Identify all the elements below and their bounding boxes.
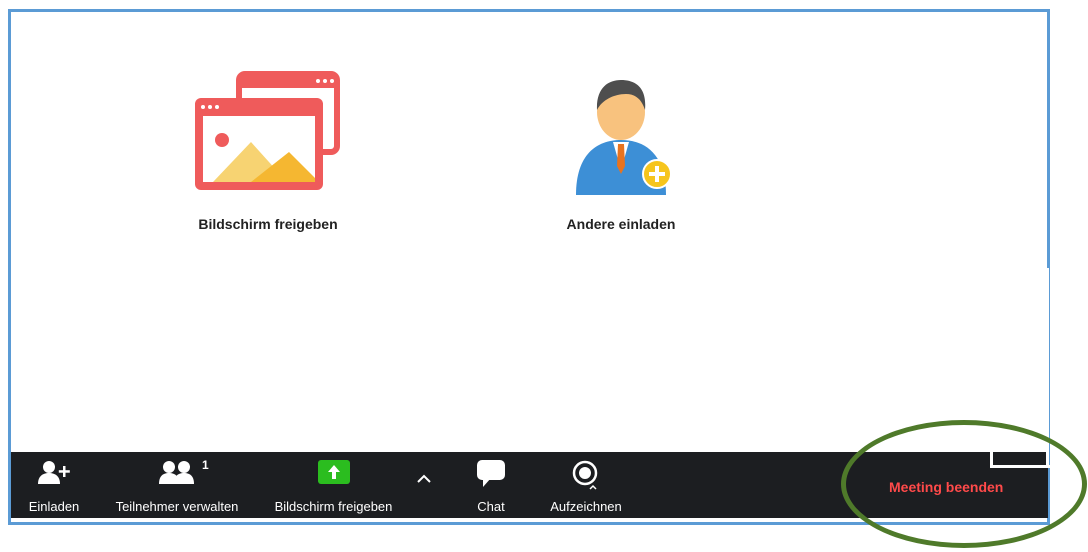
participants-icon (159, 461, 194, 484)
annotation-line (1046, 268, 1049, 468)
invite-others-label: Andere einladen (566, 216, 676, 232)
end-meeting-button[interactable]: Meeting beenden (889, 479, 1003, 495)
record-icon (572, 460, 598, 490)
invite-label: Einladen (28, 499, 80, 514)
participants-count-badge: 1 (202, 458, 209, 472)
share-screen-tile[interactable]: Bildschirm freigeben (183, 70, 353, 240)
chat-button[interactable]: Chat (466, 452, 516, 518)
share-screen-icon (195, 71, 340, 190)
manage-participants-label: Teilnehmer verwalten (115, 499, 239, 514)
record-label: Aufzeichnen (550, 499, 622, 514)
chevron-up-icon (417, 474, 431, 483)
manage-participants-button[interactable]: 1 Teilnehmer verwalten (97, 452, 257, 518)
invite-button[interactable]: Einladen (19, 452, 89, 518)
record-button[interactable]: Aufzeichnen (536, 452, 636, 518)
meeting-toolbar: Einladen 1 Teilnehmer verwalten Bildschi… (11, 452, 1048, 518)
annotation-line (990, 420, 993, 468)
invite-user-icon (576, 80, 672, 195)
add-user-icon (38, 461, 70, 484)
meeting-window: Bildschirm freigeben Andere einladen (8, 9, 1050, 525)
share-screen-button-label: Bildschirm freigeben (274, 499, 393, 514)
share-screen-button[interactable]: Bildschirm freigeben (261, 452, 406, 518)
share-screen-label: Bildschirm freigeben (198, 216, 338, 232)
share-options-button[interactable] (409, 452, 439, 518)
annotation-line (990, 465, 1050, 468)
chat-bubble-icon (477, 460, 505, 487)
invite-others-tile[interactable]: Andere einladen (541, 70, 701, 240)
chat-label: Chat (477, 499, 505, 514)
share-arrow-icon (317, 460, 350, 484)
